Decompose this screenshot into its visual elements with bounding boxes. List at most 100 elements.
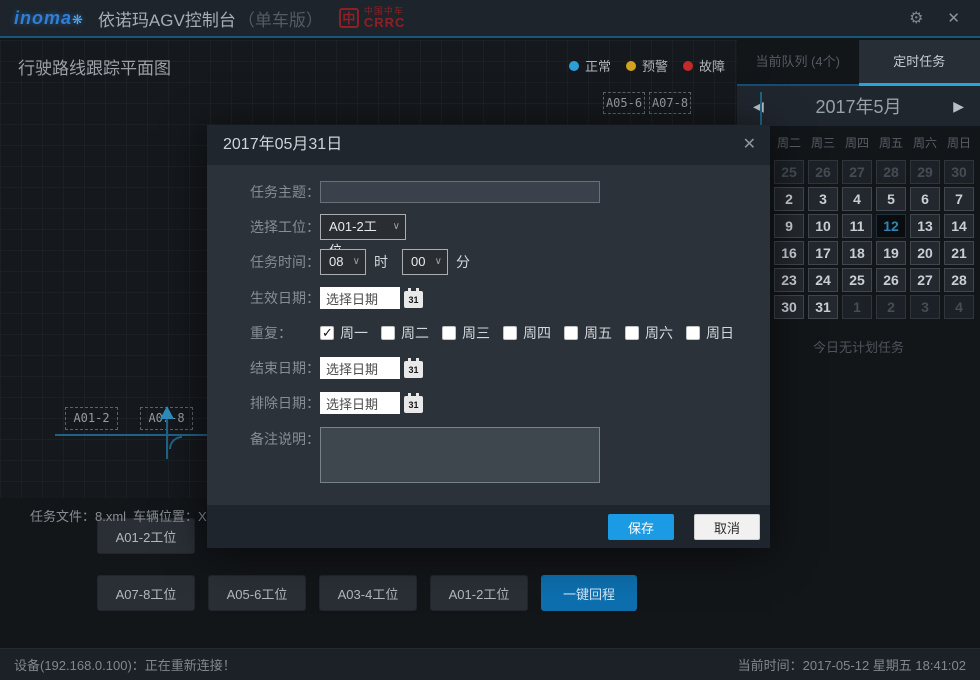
calendar-day[interactable]: 20 xyxy=(910,241,940,265)
checkbox-label: 周日 xyxy=(706,323,734,343)
calendar-day[interactable]: 27 xyxy=(910,268,940,292)
exclude-date-input[interactable] xyxy=(320,392,400,414)
checkbox-label: 周二 xyxy=(401,323,429,343)
app-window: inoma❋ 依诺玛AGV控制台 （单车版） 中 中国中车 CRRC ⚙ ✕ 行… xyxy=(0,0,980,680)
repeat-day-checkbox[interactable]: 周二 xyxy=(381,323,429,343)
calendar-day[interactable]: 16 xyxy=(774,241,804,265)
tab-scheduled-tasks[interactable]: 定时任务 xyxy=(859,40,980,86)
calendar-day[interactable]: 14 xyxy=(944,214,974,238)
repeat-day-checkbox[interactable]: 周日 xyxy=(686,323,734,343)
chevron-down-icon: ∨ xyxy=(435,250,442,274)
calendar-day[interactable]: 25 xyxy=(842,268,872,292)
repeat-day-checkbox[interactable]: 周六 xyxy=(625,323,673,343)
calendar-day[interactable]: 27 xyxy=(842,160,872,184)
checkbox-icon xyxy=(381,326,395,340)
repeat-day-group: 周一 周二 周三 周四 周五 周六 xyxy=(320,323,734,343)
weekday-label: 周三 xyxy=(808,134,838,151)
calendar-day[interactable]: 1 xyxy=(842,295,872,319)
checkbox-icon xyxy=(564,326,578,340)
calendar-day[interactable]: 9 xyxy=(774,214,804,238)
task-file-label: 任务文件：8.xml xyxy=(30,506,126,525)
calendar-icon-body: 31 xyxy=(404,361,423,378)
right-panel-tabs: 当前队列 (4个) 定时任务 xyxy=(737,40,980,86)
calendar-day[interactable]: 30 xyxy=(774,295,804,319)
calendar-day[interactable]: 23 xyxy=(774,268,804,292)
dialog-header: 2017年05月31日 ✕ xyxy=(207,125,770,165)
hour-select[interactable]: 08∨ xyxy=(320,249,366,275)
weekday-label: 周四 xyxy=(842,134,872,151)
checkbox-icon xyxy=(625,326,639,340)
calendar-day[interactable]: 19 xyxy=(876,241,906,265)
repeat-day-checkbox[interactable]: 周三 xyxy=(442,323,490,343)
calendar-day[interactable]: 18 xyxy=(842,241,872,265)
chevron-down-icon: ∨ xyxy=(353,250,360,274)
brand-logo: inoma❋ xyxy=(14,8,84,29)
cancel-button[interactable]: 取消 xyxy=(694,514,760,540)
calendar-picker-icon[interactable]: 31 xyxy=(404,288,423,308)
remark-textarea[interactable] xyxy=(320,427,600,483)
calendar-day[interactable]: 4 xyxy=(944,295,974,319)
calendar-day[interactable]: 12 xyxy=(876,214,906,238)
return-home-button[interactable]: 一键回程 xyxy=(541,575,637,611)
repeat-day-checkbox[interactable]: 周四 xyxy=(503,323,551,343)
calendar-day[interactable]: 13 xyxy=(910,214,940,238)
calendar-day[interactable]: 29 xyxy=(910,160,940,184)
station-select[interactable]: A01-2工位∨ xyxy=(320,214,406,240)
app-title: 依诺玛AGV控制台 xyxy=(98,6,236,31)
end-date-input[interactable] xyxy=(320,357,400,379)
calendar-day[interactable]: 21 xyxy=(944,241,974,265)
calendar-day[interactable]: 4 xyxy=(842,187,872,211)
vehicle-arrow-icon xyxy=(160,406,174,419)
window-close-icon[interactable]: ✕ xyxy=(947,9,960,27)
next-month-icon[interactable]: ▶ xyxy=(953,98,964,115)
time-label: 任务时间： xyxy=(250,252,320,272)
status-dot-icon xyxy=(683,61,693,71)
station-button[interactable]: A03-4工位 xyxy=(319,575,417,611)
calendar-day[interactable]: 6 xyxy=(910,187,940,211)
map-station-box: A05-6 xyxy=(603,92,645,114)
tab-current-queue[interactable]: 当前队列 (4个) xyxy=(737,40,859,86)
minute-select[interactable]: 00∨ xyxy=(402,249,448,275)
repeat-day-checkbox[interactable]: 周一 xyxy=(320,323,368,343)
calendar-day[interactable]: 5 xyxy=(876,187,906,211)
dialog-close-icon[interactable]: ✕ xyxy=(743,125,756,165)
calendar-day[interactable]: 3 xyxy=(910,295,940,319)
calendar-day[interactable]: 10 xyxy=(808,214,838,238)
calendar-day[interactable]: 28 xyxy=(944,268,974,292)
checkbox-icon xyxy=(686,326,700,340)
calendar-day[interactable]: 25 xyxy=(774,160,804,184)
start-date-input[interactable] xyxy=(320,287,400,309)
task-subject-input[interactable] xyxy=(320,181,600,203)
device-status-label: 设备(192.168.0.100)：正在重新连接！ xyxy=(14,655,236,674)
chevron-down-icon: ∨ xyxy=(393,215,400,239)
calendar-day[interactable]: 3 xyxy=(808,187,838,211)
crrc-logo: 中 中国中车 CRRC xyxy=(339,7,406,29)
calendar-day[interactable]: 2 xyxy=(876,295,906,319)
calendar-day[interactable]: 26 xyxy=(808,160,838,184)
calendar-day[interactable]: 2 xyxy=(774,187,804,211)
station-button[interactable]: A05-6工位 xyxy=(208,575,306,611)
calendar-day[interactable]: 30 xyxy=(944,160,974,184)
weekday-label: 周二 xyxy=(774,134,804,151)
legend-item: 正常 xyxy=(569,56,611,75)
crrc-emblem-icon: 中 xyxy=(339,8,359,28)
status-dot-icon xyxy=(569,61,579,71)
station-button-row-2: A07-8工位 A05-6工位 A03-4工位 A01-2工位 一键回程 xyxy=(97,575,637,611)
settings-gear-icon[interactable]: ⚙ xyxy=(909,8,923,28)
calendar-day[interactable]: 31 xyxy=(808,295,838,319)
station-button[interactable]: A07-8工位 xyxy=(97,575,195,611)
station-button[interactable]: A01-2工位 xyxy=(430,575,528,611)
calendar-picker-icon[interactable]: 31 xyxy=(404,358,423,378)
save-button[interactable]: 保存 xyxy=(608,514,674,540)
calendar-day[interactable]: 24 xyxy=(808,268,838,292)
calendar-day[interactable]: 7 xyxy=(944,187,974,211)
calendar-day[interactable]: 11 xyxy=(842,214,872,238)
prev-month-icon[interactable]: ◀ xyxy=(753,98,764,115)
checkbox-label: 周六 xyxy=(645,323,673,343)
calendar-day[interactable]: 17 xyxy=(808,241,838,265)
calendar-day[interactable]: 28 xyxy=(876,160,906,184)
calendar-day[interactable]: 26 xyxy=(876,268,906,292)
repeat-day-checkbox[interactable]: 周五 xyxy=(564,323,612,343)
checkbox-label: 周四 xyxy=(523,323,551,343)
calendar-picker-icon[interactable]: 31 xyxy=(404,393,423,413)
